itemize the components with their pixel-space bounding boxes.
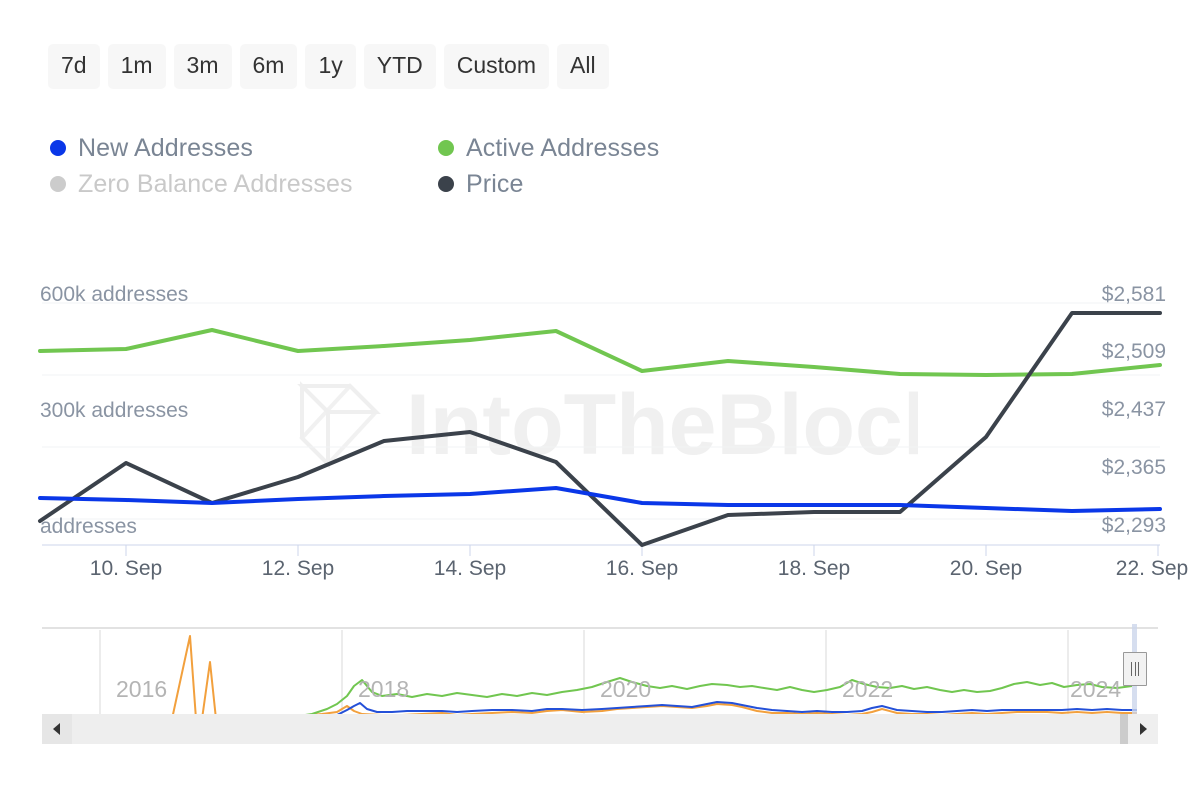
legend-row-2: Zero Balance Addresses Price	[50, 166, 810, 202]
y-axis-right-label-2581: $2,581	[1101, 283, 1166, 306]
legend-label-price: Price	[466, 169, 524, 198]
series-line-active-addresses	[38, 328, 1162, 377]
legend-dot-icon-new-addresses	[50, 140, 66, 156]
scrollbar-left-arrow-icon[interactable]	[42, 714, 72, 744]
legend-item-active-addresses[interactable]: Active Addresses	[438, 134, 659, 163]
navigator-year-gridlines	[99, 630, 1069, 719]
chart-scrollbar[interactable]	[42, 714, 1158, 744]
legend-item-new-addresses[interactable]: New Addresses	[50, 134, 438, 163]
navigator-year-2016: 2016	[116, 676, 168, 702]
legend-row-1: New Addresses Active Addresses	[50, 130, 810, 166]
navigator-handle-right[interactable]	[1123, 652, 1147, 686]
range-selector: 7d 1m 3m 6m 1y YTD Custom All	[48, 44, 609, 89]
navigator-series-orange	[54, 635, 1137, 720]
legend-item-zero-balance-addresses[interactable]: Zero Balance Addresses	[50, 170, 438, 199]
y-axis-right-label-2365: $2,365	[1101, 456, 1166, 479]
x-axis-label-18-sep: 18. Sep	[777, 557, 851, 580]
scrollbar-right-arrow-icon[interactable]	[1128, 714, 1158, 744]
chart-navigator[interactable]: 2016 2018 2020 2022 2024	[42, 624, 1158, 724]
y-axis-left-label-600k: 600k addresses	[40, 283, 189, 306]
range-btn-1y[interactable]: 1y	[305, 44, 356, 89]
range-btn-6m[interactable]: 6m	[239, 44, 298, 89]
x-axis-label-22-sep: 22. Sep	[1115, 557, 1189, 580]
range-btn-custom[interactable]: Custom	[443, 44, 549, 89]
x-axis-label-16-sep: 16. Sep	[605, 557, 679, 580]
navigator-handle-grip-icon	[1131, 662, 1139, 676]
legend-dot-icon-active-addresses	[438, 140, 454, 156]
navigator-year-2018: 2018	[358, 676, 410, 702]
x-axis-label-12-sep: 12. Sep	[261, 557, 335, 580]
chart-widget: 7d 1m 3m 6m 1y YTD Custom All New Addres…	[0, 0, 1200, 800]
x-axis-label-20-sep: 20. Sep	[949, 557, 1023, 580]
y-axis-right-label-2509: $2,509	[1101, 340, 1166, 363]
navigator-year-2020: 2020	[600, 676, 652, 702]
range-btn-7d[interactable]: 7d	[48, 44, 100, 89]
y-axis-right-label-2437: $2,437	[1101, 398, 1166, 421]
range-btn-ytd[interactable]: YTD	[363, 44, 436, 89]
gridlines-horizontal	[42, 302, 1160, 520]
navigator-svg	[42, 627, 1158, 721]
legend-label-active-addresses: Active Addresses	[466, 133, 660, 162]
navigator-year-2022: 2022	[842, 676, 894, 702]
range-btn-1m[interactable]: 1m	[107, 44, 166, 89]
y-axis-left-label-zero: addresses	[40, 515, 137, 538]
y-axis-left-label-300k: 300k addresses	[40, 399, 189, 422]
chart-plot-area[interactable]: 600k addresses 300k addresses addresses …	[0, 255, 1200, 600]
range-btn-3m[interactable]: 3m	[173, 44, 232, 89]
x-axis-label-14-sep: 14. Sep	[433, 557, 507, 580]
y-axis-right-label-2293: $2,293	[1101, 514, 1166, 537]
legend-item-price[interactable]: Price	[438, 170, 523, 199]
chevron-left-icon	[53, 723, 60, 735]
scrollbar-track[interactable]	[72, 714, 1158, 744]
chevron-right-icon	[1140, 723, 1147, 735]
legend-dot-icon-price	[438, 176, 454, 192]
chart-legend: New Addresses Active Addresses Zero Bala…	[50, 130, 810, 202]
range-btn-all[interactable]: All	[557, 44, 609, 89]
legend-label-new-addresses: New Addresses	[78, 133, 253, 162]
legend-dot-icon-zero-balance-addresses	[50, 176, 66, 192]
x-axis-label-10-sep: 10. Sep	[89, 557, 163, 580]
navigator-year-2024: 2024	[1070, 676, 1122, 702]
legend-label-zero-balance-addresses: Zero Balance Addresses	[78, 169, 353, 198]
